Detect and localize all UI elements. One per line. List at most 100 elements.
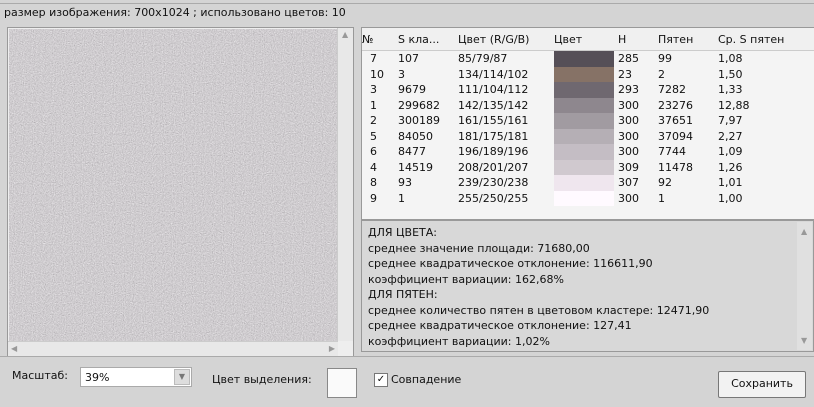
cell-rgb: 161/155/161 [458,114,529,128]
scroll-up-icon[interactable]: ▲ [342,30,348,39]
color-swatch [554,128,614,144]
table-body: 7 107 85/79/87 285 99 1,08 10 3 134/114/102 23 2 1,… [362,51,814,206]
highlight-color-swatch[interactable] [327,368,357,398]
col-h[interactable]: H [618,33,658,46]
stat-line: ДЛЯ ЦВЕТА: [368,226,437,239]
table-row[interactable]: 5 84050 181/175/181 300 37094 2,27 [362,128,814,144]
cell-spots: 7282 [658,83,686,97]
color-swatch [554,113,614,129]
col-rgb[interactable]: Цвет (R/G/B) [458,33,554,46]
cell-h: 293 [618,83,639,97]
table-row[interactable]: 4 14519 208/201/207 309 11478 1,26 [362,159,814,175]
table-row[interactable]: 6 8477 196/189/196 300 7744 1,09 [362,144,814,160]
cell-number: 5 [370,129,377,143]
cell-avg-area: 1,09 [718,145,743,159]
table-row[interactable]: 2 300189 161/155/161 300 37651 7,97 [362,113,814,129]
cell-rgb: 208/201/207 [458,160,529,174]
col-color[interactable]: Цвет [554,33,618,46]
match-checkbox[interactable]: ✓ [374,373,388,387]
checkmark-icon: ✓ [376,374,386,385]
cell-number: 8 [370,176,377,190]
cell-number: 9 [370,191,377,205]
cell-number: 3 [370,83,377,97]
cell-avg-area: 1,08 [718,52,743,66]
stat-line: среднее квадратическое отклонение: 127,4… [368,319,632,332]
cell-avg-area: 1,26 [718,160,743,174]
color-swatch [554,66,614,82]
cell-avg-area: 1,00 [718,191,743,205]
cell-area: 107 [398,52,419,66]
bottom-toolbar: Масштаб: 39% ▼ Цвет выделения: ✓ Совпаде… [0,356,814,407]
cell-avg-area: 2,27 [718,129,743,143]
cell-rgb: 111/104/112 [458,83,529,97]
scroll-up-icon[interactable]: ▲ [801,224,807,240]
cell-rgb: 142/135/142 [458,98,529,112]
cell-area: 1 [398,191,405,205]
cell-rgb: 134/114/102 [458,67,529,81]
cell-color-swatch [554,144,618,160]
cell-h: 300 [618,129,639,143]
table-row[interactable]: 8 93 239/230/238 307 92 1,01 [362,175,814,191]
col-area[interactable]: S кла... [398,33,458,46]
cell-color-swatch [554,113,618,129]
cell-avg-area: 12,88 [718,98,750,112]
cell-area: 93 [398,176,412,190]
horizontal-scrollbar[interactable]: ◀ ▶ [8,341,338,356]
cell-spots: 23276 [658,98,693,112]
scale-label: Масштаб: [12,369,68,382]
table-header: № S кла... Цвет (R/G/B) Цвет H Пятен Ср.… [362,28,814,51]
cell-rgb: 196/189/196 [458,145,529,159]
cell-number: 6 [370,145,377,159]
cell-h: 300 [618,191,639,205]
cell-avg-area: 1,01 [718,176,743,190]
cell-color-swatch [554,97,618,113]
table-row[interactable]: 1 299682 142/135/142 300 23276 12,88 [362,97,814,113]
cell-area: 84050 [398,129,433,143]
table-row[interactable]: 10 3 134/114/102 23 2 1,50 [362,66,814,82]
stat-line: среднее значение площади: 71680,00 [368,241,590,255]
statistics-text: ДЛЯ ЦВЕТА: среднее значение площади: 7168… [361,220,814,352]
vertical-scrollbar[interactable]: ▲ [337,28,353,341]
scroll-right-icon[interactable]: ▶ [329,344,335,353]
stat-line: ДЛЯ ПЯТЕН: [368,288,438,301]
cell-h: 309 [618,160,639,174]
cell-number: 7 [370,52,377,66]
cell-number: 2 [370,114,377,128]
save-button[interactable]: Сохранить [718,371,806,398]
cell-h: 307 [618,176,639,190]
cell-number: 4 [370,160,377,174]
cell-color-swatch [554,128,618,144]
cell-spots: 99 [658,52,672,66]
cell-h: 23 [618,67,632,81]
cell-area: 8477 [398,145,426,159]
cell-rgb: 181/175/181 [458,129,529,143]
cell-h: 285 [618,52,639,66]
scale-value: 39% [85,371,110,384]
stats-scrollbar[interactable]: ▲ ▼ [797,222,812,350]
color-swatch [554,175,614,191]
cell-number: 1 [370,98,377,112]
image-preview[interactable]: ▲ ◀ ▶ [7,27,354,357]
cell-h: 300 [618,98,639,112]
table-row[interactable]: 7 107 85/79/87 285 99 1,08 [362,51,814,67]
scroll-down-icon[interactable]: ▼ [801,333,807,349]
chevron-down-icon[interactable]: ▼ [174,369,190,385]
stat-line: среднее квадратическое отклонение: 11661… [368,257,653,270]
col-number[interactable]: № [362,33,398,46]
cell-avg-area: 7,97 [718,114,743,128]
col-avg-area[interactable]: Ср. S пятен [718,33,798,46]
highlight-color-label: Цвет выделения: [212,373,312,386]
cell-area: 9679 [398,83,426,97]
cell-h: 300 [618,145,639,159]
col-spots[interactable]: Пятен [658,33,718,46]
scale-select[interactable]: 39% ▼ [80,367,192,387]
cell-spots: 37094 [658,129,693,143]
table-row[interactable]: 3 9679 111/104/112 293 7282 1,33 [362,82,814,98]
scroll-left-icon[interactable]: ◀ [11,344,17,353]
table-row[interactable]: 9 1 255/250/255 300 1 1,00 [362,190,814,206]
cell-area: 300189 [398,114,440,128]
cell-rgb: 239/230/238 [458,176,529,190]
cell-number: 10 [370,67,384,81]
cell-color-swatch [554,66,618,82]
cell-rgb: 255/250/255 [458,191,529,205]
